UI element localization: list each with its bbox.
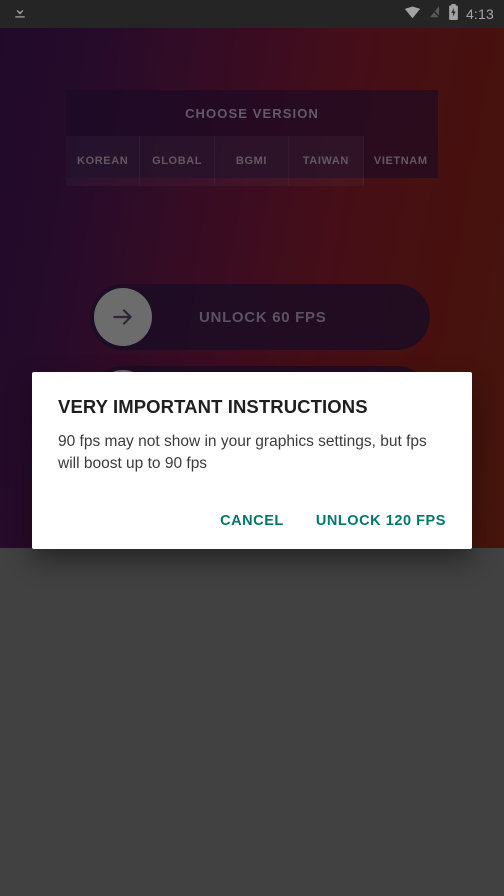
dialog-title: VERY IMPORTANT INSTRUCTIONS	[58, 396, 368, 417]
dialog-action-row: CANCEL UNLOCK 120 FPS	[216, 507, 450, 535]
cancel-button[interactable]: CANCEL	[216, 507, 288, 535]
unlock-120-fps-button[interactable]: UNLOCK 120 FPS	[312, 507, 450, 535]
instructions-dialog: VERY IMPORTANT INSTRUCTIONS 90 fps may n…	[32, 372, 472, 549]
dialog-message: 90 fps may not show in your graphics set…	[58, 433, 427, 472]
